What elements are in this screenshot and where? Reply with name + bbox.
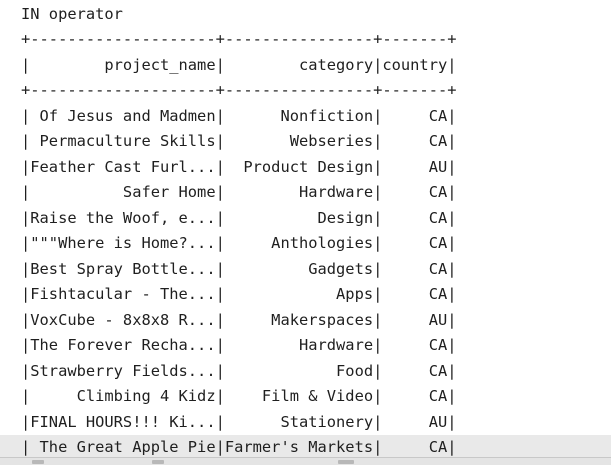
table-row: | Safer Home| Hardware| CA| <box>21 183 457 201</box>
table-row: |The Forever Recha...| Hardware| CA| <box>21 336 457 354</box>
scroll-thumb-icon[interactable] <box>152 460 164 464</box>
table-row: |Feather Cast Furl...| Product Design| A… <box>21 158 457 176</box>
table-row: | Climbing 4 Kidz| Film & Video| CA| <box>21 387 457 405</box>
scroll-left-icon[interactable] <box>32 460 44 464</box>
console-output: IN operator +--------------------+------… <box>0 0 611 458</box>
table-row: |"""Where is Home?...| Anthologies| CA| <box>21 234 457 252</box>
table-border-header: +--------------------+----------------+-… <box>21 81 457 99</box>
table-row: |Best Spray Bottle...| Gadgets| CA| <box>21 260 457 278</box>
output-heading: IN operator <box>21 5 123 23</box>
table-row: |Fishtacular - The...| Apps| CA| <box>21 285 457 303</box>
table-header-row: | project_name| category|country| <box>21 56 457 74</box>
table-border-top: +--------------------+----------------+-… <box>21 30 457 48</box>
table-row: |FINAL HOURS!!! Ki...| Stationery| AU| <box>21 413 457 431</box>
horizontal-scrollbar[interactable] <box>0 457 611 465</box>
table-row: |Raise the Woof, e...| Design| CA| <box>21 209 457 227</box>
table-row: | Of Jesus and Madmen| Nonfiction| CA| <box>21 107 457 125</box>
table-row: | Permaculture Skills| Webseries| CA| <box>21 132 457 150</box>
table-row-selected[interactable]: | The Great Apple Pie|Farmer's Markets| … <box>0 435 611 458</box>
table-row: |Strawberry Fields...| Food| CA| <box>21 362 457 380</box>
table-row: |VoxCube - 8x8x8 R...| Makerspaces| AU| <box>21 311 457 329</box>
scroll-right-icon[interactable] <box>338 460 354 464</box>
